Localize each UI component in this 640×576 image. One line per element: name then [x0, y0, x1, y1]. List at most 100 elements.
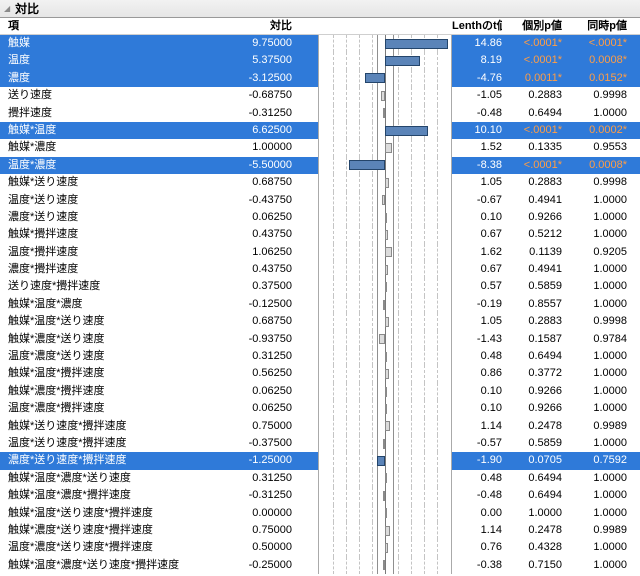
- contrast-bar: [385, 421, 390, 431]
- contrast-bar: [385, 282, 387, 292]
- gridline: [359, 383, 360, 400]
- p-individual-cell: 0.2883: [512, 313, 562, 330]
- gridline: [398, 400, 399, 417]
- table-row[interactable]: 触媒*温度*濃度 -0.12500 -0.19 0.8557 1.0000: [0, 296, 640, 313]
- t-value-cell: 1.14: [452, 522, 502, 539]
- col-header-term: 項: [0, 18, 200, 34]
- table-row[interactable]: 触媒*送り速度 0.68750 1.05 0.2883 0.9998: [0, 174, 640, 191]
- table-row[interactable]: 温度*攪拌速度 1.06250 1.62 0.1139 0.9205: [0, 244, 640, 261]
- gridline: [359, 435, 360, 452]
- p-simultaneous-cell: 1.0000: [572, 400, 627, 417]
- table-row[interactable]: 触媒*温度*送り速度*攪拌速度 0.00000 0.00 1.0000 1.00…: [0, 505, 640, 522]
- gridline: [398, 452, 399, 469]
- gridline: [437, 278, 438, 295]
- term-cell: 触媒*温度*濃度*攪拌速度: [0, 487, 200, 504]
- disclosure-triangle-icon[interactable]: ◢: [4, 5, 10, 13]
- margin-of-error-line: [377, 383, 378, 400]
- table-row[interactable]: 触媒*温度*濃度*送り速度 0.31250 0.48 0.6494 1.0000: [0, 470, 640, 487]
- gridline: [424, 365, 425, 382]
- col-header-t-value: Lenthのt値: [452, 18, 502, 34]
- table-row[interactable]: 温度*濃度*送り速度*攪拌速度 0.50000 0.76 0.4328 1.00…: [0, 539, 640, 556]
- gridline: [411, 383, 412, 400]
- gridline: [437, 139, 438, 156]
- contrast-bar: [385, 543, 388, 553]
- gridline: [372, 35, 373, 52]
- gridline: [333, 313, 334, 330]
- margin-of-error-line: [393, 505, 394, 522]
- gridline: [346, 192, 347, 209]
- margin-of-error-line: [377, 35, 378, 52]
- table-row[interactable]: 触媒*温度 6.62500 10.10 <.0001* 0.0002*: [0, 122, 640, 139]
- term-cell: 温度*濃度: [0, 157, 200, 174]
- gridline: [346, 52, 347, 69]
- table-row[interactable]: 温度*濃度 -5.50000 -8.38 <.0001* 0.0008*: [0, 157, 640, 174]
- p-individual-cell: 0.0705: [512, 452, 562, 469]
- gridline: [346, 35, 347, 52]
- gridline: [411, 174, 412, 191]
- table-row[interactable]: 濃度 -3.12500 -4.76 0.0011* 0.0152*: [0, 70, 640, 87]
- p-individual-cell: 0.5859: [512, 278, 562, 295]
- gridline: [359, 557, 360, 574]
- panel-title: 対比: [15, 0, 39, 17]
- contrast-bar: [383, 108, 385, 118]
- table-row[interactable]: 濃度*攪拌速度 0.43750 0.67 0.4941 1.0000: [0, 261, 640, 278]
- table-row[interactable]: 濃度*送り速度 0.06250 0.10 0.9266 1.0000: [0, 209, 640, 226]
- margin-of-error-line: [393, 522, 394, 539]
- margin-of-error-line: [393, 105, 394, 122]
- gridline: [411, 365, 412, 382]
- table-row[interactable]: 送り速度*攪拌速度 0.37500 0.57 0.5859 1.0000: [0, 278, 640, 295]
- table-row[interactable]: 触媒*濃度*攪拌速度 0.06250 0.10 0.9266 1.0000: [0, 383, 640, 400]
- gridline: [398, 226, 399, 243]
- contrast-bar-chart-cell: [318, 35, 452, 52]
- table-row[interactable]: 触媒 9.75000 14.86 <.0001* <.0001*: [0, 35, 640, 52]
- term-cell: 温度*濃度*送り速度: [0, 348, 200, 365]
- t-value-cell: 8.19: [452, 52, 502, 69]
- gridline: [333, 35, 334, 52]
- table-row[interactable]: 触媒*温度*濃度*攪拌速度 -0.31250 -0.48 0.6494 1.00…: [0, 487, 640, 504]
- table-row[interactable]: 触媒*温度*送り速度 0.68750 1.05 0.2883 0.9998: [0, 313, 640, 330]
- contrast-bar-chart-cell: [318, 244, 452, 261]
- p-individual-cell: <.0001*: [512, 35, 562, 52]
- gridline: [398, 418, 399, 435]
- margin-of-error-line: [393, 470, 394, 487]
- gridline: [346, 244, 347, 261]
- gridline: [411, 418, 412, 435]
- gridline: [333, 70, 334, 87]
- margin-of-error-line: [377, 435, 378, 452]
- gridline: [411, 157, 412, 174]
- table-row[interactable]: 触媒*温度*攪拌速度 0.56250 0.86 0.3772 1.0000: [0, 365, 640, 382]
- table-row[interactable]: 送り速度 -0.68750 -1.05 0.2883 0.9998: [0, 87, 640, 104]
- contrast-value-cell: 0.68750: [200, 174, 292, 191]
- table-row[interactable]: 攪拌速度 -0.31250 -0.48 0.6494 1.0000: [0, 105, 640, 122]
- gridline: [437, 331, 438, 348]
- t-value-cell: -1.05: [452, 87, 502, 104]
- p-individual-cell: 0.2883: [512, 174, 562, 191]
- t-value-cell: 0.00: [452, 505, 502, 522]
- panel-title-bar[interactable]: ◢ 対比: [0, 0, 640, 18]
- table-row[interactable]: 触媒*濃度*送り速度 -0.93750 -1.43 0.1587 0.9784: [0, 331, 640, 348]
- table-row[interactable]: 温度*送り速度*攪拌速度 -0.37500 -0.57 0.5859 1.000…: [0, 435, 640, 452]
- table-row[interactable]: 温度 5.37500 8.19 <.0001* 0.0008*: [0, 52, 640, 69]
- contrast-bar: [383, 491, 385, 501]
- table-row[interactable]: 温度*濃度*攪拌速度 0.06250 0.10 0.9266 1.0000: [0, 400, 640, 417]
- gridline: [424, 331, 425, 348]
- gridline: [424, 539, 425, 556]
- table-row[interactable]: 触媒*濃度 1.00000 1.52 0.1335 0.9553: [0, 139, 640, 156]
- gridline: [437, 487, 438, 504]
- p-individual-cell: 0.7150: [512, 557, 562, 574]
- t-value-cell: -1.43: [452, 331, 502, 348]
- p-simultaneous-cell: 1.0000: [572, 278, 627, 295]
- table-row[interactable]: 温度*送り速度 -0.43750 -0.67 0.4941 1.0000: [0, 192, 640, 209]
- table-row[interactable]: 触媒*攪拌速度 0.43750 0.67 0.5212 1.0000: [0, 226, 640, 243]
- table-row[interactable]: 温度*濃度*送り速度 0.31250 0.48 0.6494 1.0000: [0, 348, 640, 365]
- table-row[interactable]: 触媒*送り速度*攪拌速度 0.75000 1.14 0.2478 0.9989: [0, 418, 640, 435]
- margin-of-error-line: [377, 105, 378, 122]
- gridline: [437, 452, 438, 469]
- table-row[interactable]: 触媒*温度*濃度*送り速度*攪拌速度 -0.25000 -0.38 0.7150…: [0, 557, 640, 574]
- contrast-bar-chart-cell: [318, 313, 452, 330]
- gridline: [359, 313, 360, 330]
- table-row[interactable]: 触媒*濃度*送り速度*攪拌速度 0.75000 1.14 0.2478 0.99…: [0, 522, 640, 539]
- table-row[interactable]: 濃度*送り速度*攪拌速度 -1.25000 -1.90 0.0705 0.759…: [0, 452, 640, 469]
- contrast-bar-chart-cell: [318, 174, 452, 191]
- term-cell: 触媒*温度*濃度: [0, 296, 200, 313]
